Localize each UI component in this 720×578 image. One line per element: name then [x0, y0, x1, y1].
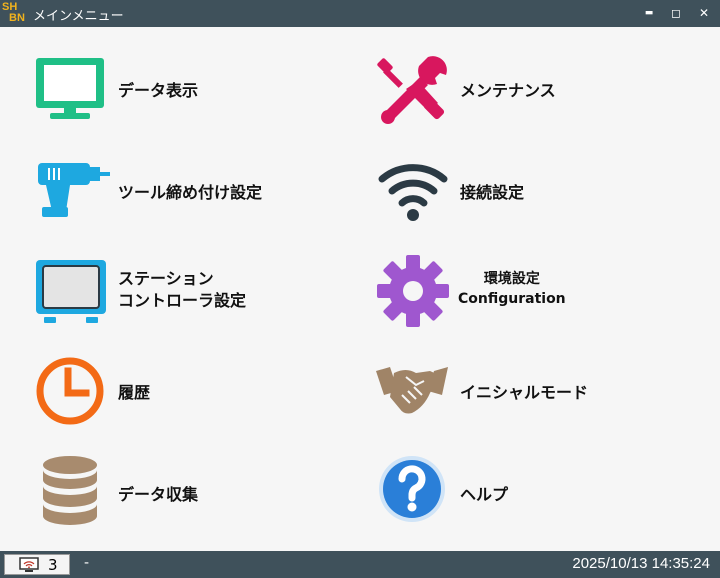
wifi-monitor-icon: [19, 557, 39, 572]
drill-icon: [38, 163, 110, 217]
gear-icon: [377, 255, 449, 327]
title-bar: SH BN メインメニュー ▬ ◻ ✕: [0, 0, 720, 27]
database-icon: [43, 456, 97, 525]
menu-label: 履歴: [118, 383, 151, 402]
clock-icon: [36, 357, 104, 425]
datetime-display: 2025/10/13 14:35:24: [572, 555, 710, 572]
monitor-icon: [36, 58, 104, 119]
connection-count: 3: [48, 556, 58, 574]
menu-label-line2: コントローラ設定: [118, 291, 247, 310]
menu-item-history[interactable]: 履歴: [34, 355, 354, 445]
menu-item-data-display[interactable]: データ表示: [34, 55, 354, 145]
help-icon: [379, 456, 445, 522]
wrench-screwdriver-icon: [377, 56, 447, 124]
menu-label: ヘルプ: [460, 485, 509, 504]
app-logo-bottom: BN: [9, 12, 25, 24]
menu-label-line1: 環境設定: [483, 271, 540, 287]
menu-item-maintenance[interactable]: メンテナンス: [376, 53, 696, 143]
menu-item-tool-tightening[interactable]: ツール締め付け設定: [34, 155, 354, 245]
menu-label-line2: Configuration: [458, 291, 566, 307]
menu-item-environment[interactable]: 環境設定 Configuration: [376, 253, 696, 343]
menu-label-group: ステーション コントローラ設定: [118, 268, 246, 312]
minimize-button[interactable]: ▬: [639, 4, 659, 22]
menu-item-station-controller[interactable]: ステーション コントローラ設定: [34, 255, 354, 345]
close-button[interactable]: ✕: [694, 4, 714, 22]
menu-label: イニシャルモード: [460, 383, 589, 402]
menu-label: メンテナンス: [460, 81, 556, 100]
wifi-icon: [378, 164, 448, 221]
menu-item-data-collection[interactable]: データ収集: [34, 455, 354, 545]
main-menu: データ表示 メンテナンス ツール締め付け設定 接続設定 ステーション コントロー…: [0, 27, 720, 551]
app-logo: SH BN: [2, 2, 28, 26]
menu-label-group: 環境設定 Configuration: [458, 269, 566, 309]
handshake-icon: [376, 367, 448, 414]
menu-label-line1: ステーション: [118, 269, 214, 288]
menu-label: データ収集: [118, 485, 199, 504]
menu-item-initial-mode[interactable]: イニシャルモード: [376, 357, 696, 447]
status-separator: -: [84, 555, 90, 571]
menu-label: データ表示: [118, 81, 199, 100]
tablet-icon: [36, 260, 106, 323]
connection-status[interactable]: 3: [4, 554, 70, 575]
menu-label: 接続設定: [460, 183, 525, 202]
window-title: メインメニュー: [33, 9, 124, 24]
status-bar: 3 - 2025/10/13 14:35:24: [0, 551, 720, 578]
menu-item-help[interactable]: ヘルプ: [376, 455, 696, 545]
menu-label: ツール締め付け設定: [118, 183, 263, 202]
menu-item-connection[interactable]: 接続設定: [376, 155, 696, 245]
maximize-button[interactable]: ◻: [666, 4, 686, 22]
